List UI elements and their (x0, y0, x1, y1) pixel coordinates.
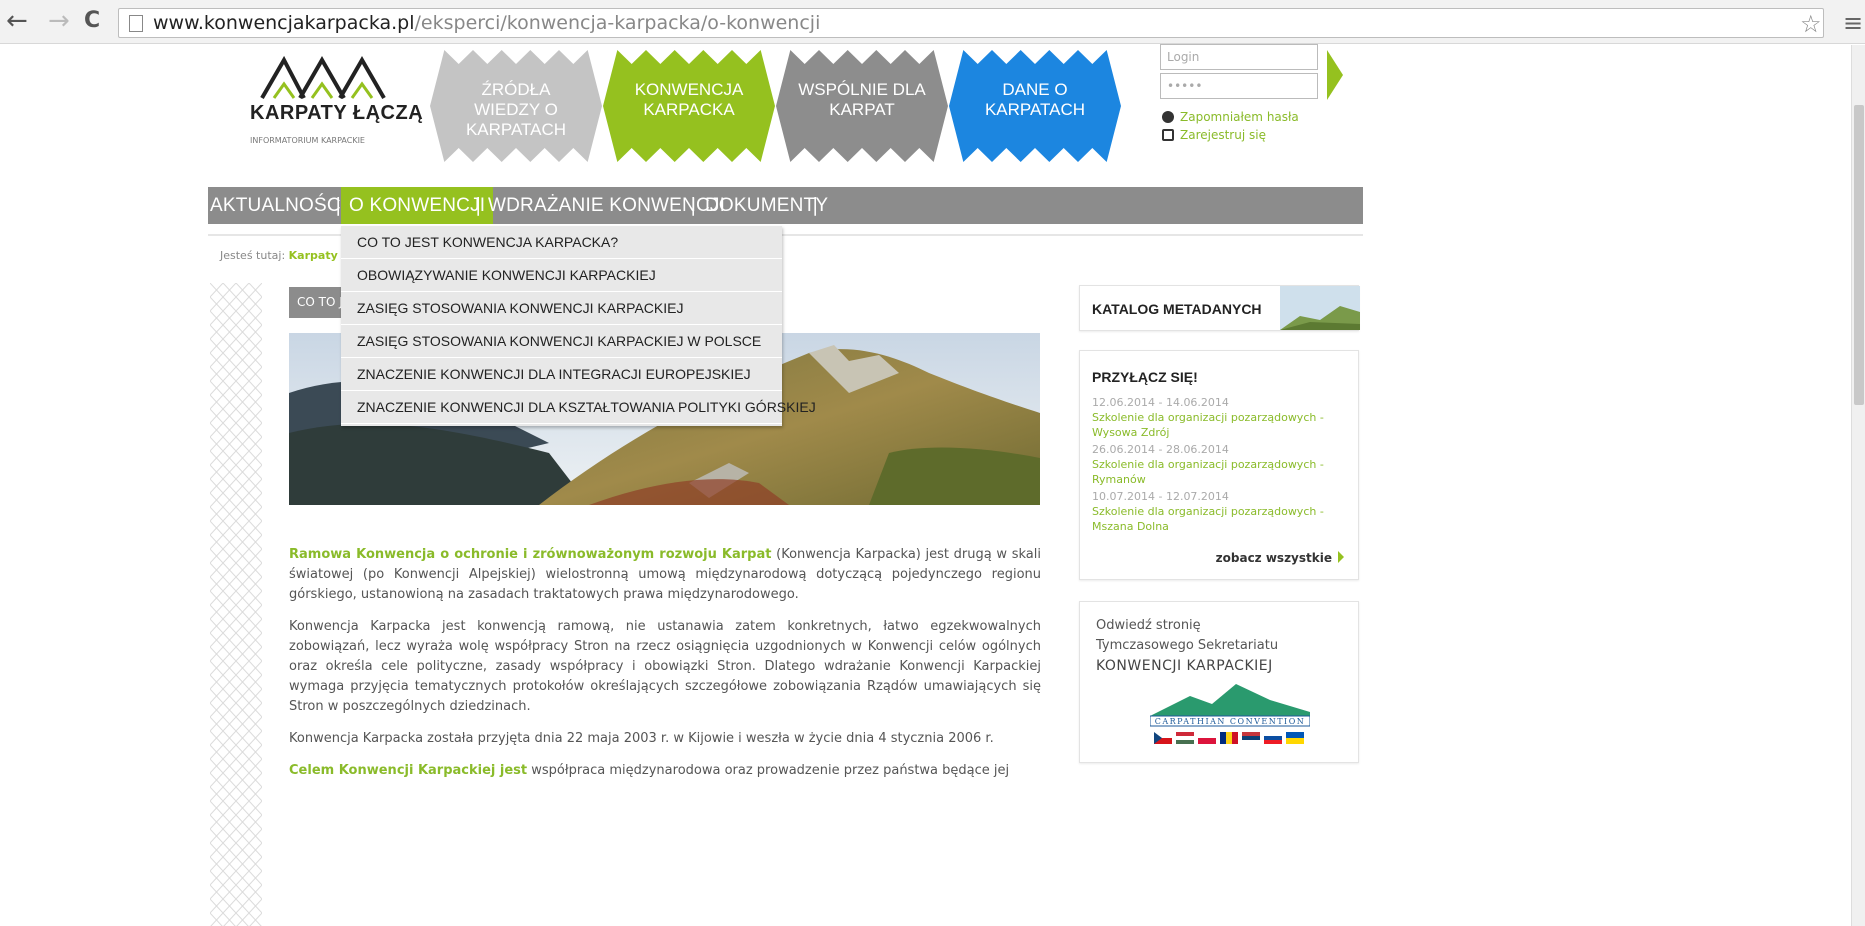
event-name[interactable]: Szkolenie dla organizacji pozarządowych … (1092, 504, 1346, 534)
page-icon (129, 15, 143, 32)
breadcrumb: Jesteś tutaj: Karpaty (220, 249, 338, 262)
event-item[interactable]: 10.07.2014 - 12.07.2014 Szkolenie dla org… (1092, 489, 1346, 534)
event-date: 10.07.2014 - 12.07.2014 (1092, 490, 1229, 503)
header-tile-label: ŹRÓDŁA WIEDZY O KARPATACH (465, 80, 567, 139)
join-title: PRZYŁĄCZ SIĘ! (1092, 369, 1198, 385)
article-highlight[interactable]: Celem Konwencji Karpackiej jest (289, 763, 527, 778)
password-input[interactable]: ••••• (1160, 73, 1318, 99)
nav-item-aktualnosci[interactable]: AKTUALNOŚCI (210, 187, 346, 224)
katalog-landscape-image (1280, 286, 1360, 330)
header-tile-2[interactable]: WSPÓLNIE DLA KARPAT (776, 50, 948, 162)
article-body: Ramowa Konwencja o ochronie i zrównoważo… (289, 545, 1041, 793)
katalog-title: KATALOG METADANYCH (1092, 301, 1262, 317)
zigzag-pattern (210, 283, 262, 926)
event-item[interactable]: 12.06.2014 - 14.06.2014 Szkolenie dla org… (1092, 395, 1346, 440)
article-paragraph: Celem Konwencji Karpackiej jest współpra… (289, 761, 1041, 781)
header-tile-label: DANE O KARPATACH (984, 80, 1086, 119)
reload-icon[interactable]: C (84, 8, 100, 34)
header-tile-1[interactable]: KONWENCJA KARPACKA (603, 50, 775, 162)
event-name[interactable]: Szkolenie dla organizacji pozarządowych … (1092, 457, 1346, 487)
przylacz-sie-box: PRZYŁĄCZ SIĘ! 12.06.2014 - 14.06.2014 Szk… (1079, 350, 1359, 580)
scrollbar-thumb[interactable] (1854, 105, 1864, 405)
site-logo[interactable]: KARPATY ŁĄCZĄ INFORMATORIUM KARPACKIE (250, 54, 424, 164)
page-title-tab: CO TO J (289, 287, 349, 318)
forward-icon[interactable]: → (48, 8, 70, 34)
event-item[interactable]: 26.06.2014 - 28.06.2014 Szkolenie dla org… (1092, 442, 1346, 487)
scrollbar[interactable] (1851, 45, 1865, 926)
carpathian-logo-text: CARPATHIAN CONVENTION (1155, 717, 1306, 726)
dropdown-item[interactable]: ZASIĘG STOSOWANIA KONWENCJI KARPACKIEJ (341, 292, 782, 325)
nav-separator: | (475, 194, 482, 216)
carpathian-convention-logo: CARPATHIAN CONVENTION (1150, 684, 1310, 744)
article-text: współpraca międzynarodowa oraz prowadzen… (527, 763, 1010, 778)
nav-separator: | (690, 194, 697, 216)
nav-item-dokumenty[interactable]: DOKUMENTY (705, 187, 828, 224)
bookmark-star-icon[interactable]: ☆ (1800, 10, 1822, 38)
edit-icon (1162, 129, 1174, 141)
dropdown-item[interactable]: CO TO JEST KONWENCJA KARPACKA? (341, 226, 782, 259)
url-path: /eksperci/konwencja-karpacka/o-konwencji (414, 12, 821, 34)
sekr-line: Tymczasowego Sekretariatu (1096, 638, 1279, 653)
o-konwencji-dropdown: CO TO JEST KONWENCJA KARPACKA? OBOWIĄZYW… (341, 226, 816, 426)
header-tile-label: WSPÓLNIE DLA KARPAT (798, 80, 926, 119)
dropdown-item[interactable]: ZASIĘG STOSOWANIA KONWENCJI KARPACKIEJ W… (341, 325, 782, 358)
see-all-link[interactable]: zobacz wszystkie (1216, 551, 1344, 565)
breadcrumb-prefix: Jesteś tutaj: (220, 249, 286, 262)
question-icon (1162, 111, 1174, 123)
article-paragraph: Konwencja Karpacka jest konwencją ramową… (289, 619, 1041, 714)
dropdown-item[interactable]: ZNACZENIE KONWENCJI DLA INTEGRACJI EUROP… (341, 358, 782, 391)
login-submit-arrow-icon[interactable] (1327, 50, 1343, 100)
dropdown-item[interactable]: OBOWIĄZYWANIE KONWENCJI KARPACKIEJ (341, 259, 782, 292)
event-date: 26.06.2014 - 28.06.2014 (1092, 443, 1229, 456)
logo-name: KARPATY ŁĄCZĄ (250, 102, 424, 124)
address-bar[interactable]: www.konwencjakarpacka.pl/eksperci/konwen… (118, 8, 1824, 38)
header-tile-0[interactable]: ŹRÓDŁA WIEDZY O KARPATACH (430, 50, 602, 162)
nav-item-o-konwencji[interactable]: O KONWENCJI (341, 187, 494, 224)
see-all-label: zobacz wszystkie (1215, 551, 1332, 565)
forgot-password-label: Zapomniałem hasła (1180, 110, 1299, 124)
register-link[interactable]: Zarejestruj się (1162, 128, 1266, 142)
logo-subtitle: INFORMATORIUM KARPACKIE (250, 136, 365, 145)
katalog-metadanych-banner[interactable]: KATALOG METADANYCH (1079, 285, 1360, 331)
sekr-title: KONWENCJI KARPACKIEJ (1096, 658, 1273, 674)
login-input[interactable]: Login (1160, 44, 1318, 70)
article-paragraph: Konwencja Karpacka została przyjęta dnia… (289, 731, 994, 746)
event-date: 12.06.2014 - 14.06.2014 (1092, 396, 1229, 409)
header-tile-3[interactable]: DANE O KARPATACH (949, 50, 1121, 162)
header-tile-label: KONWENCJA KARPACKA (634, 80, 744, 119)
browser-menu-icon[interactable]: ≡ (1843, 9, 1863, 37)
back-icon[interactable]: ← (6, 8, 28, 34)
event-name[interactable]: Szkolenie dla organizacji pozarządowych … (1092, 410, 1346, 440)
breadcrumb-link[interactable]: Karpaty (289, 249, 338, 262)
dropdown-item[interactable]: ZNACZENIE KONWENCJI DLA KSZTAŁTOWANIA PO… (341, 391, 816, 424)
browser-toolbar: ← → C www.konwencjakarpacka.pl/eksperci/… (0, 0, 1865, 44)
register-label: Zarejestruj się (1180, 128, 1266, 142)
country-flags (1154, 732, 1304, 744)
article-paragraph: Ramowa Konwencja o ochronie i zrównoważo… (289, 545, 1041, 605)
arrow-right-icon (1338, 551, 1344, 563)
url-host: www.konwencjakarpacka.pl (153, 12, 415, 34)
sekr-line: Odwiedź stronię (1096, 618, 1201, 633)
sekretariat-box[interactable]: Odwiedź stronię Tymczasowego Sekretariat… (1079, 601, 1359, 763)
nav-separator: | (812, 194, 819, 216)
main-nav: AKTUALNOŚCI | O KONWENCJI | WDRAŻANIE KO… (208, 187, 1363, 224)
mountains-logo-icon (260, 55, 386, 100)
article-highlight[interactable]: Ramowa Konwencja o ochronie i zrównoważo… (289, 547, 771, 562)
forgot-password-link[interactable]: Zapomniałem hasła (1162, 110, 1299, 124)
